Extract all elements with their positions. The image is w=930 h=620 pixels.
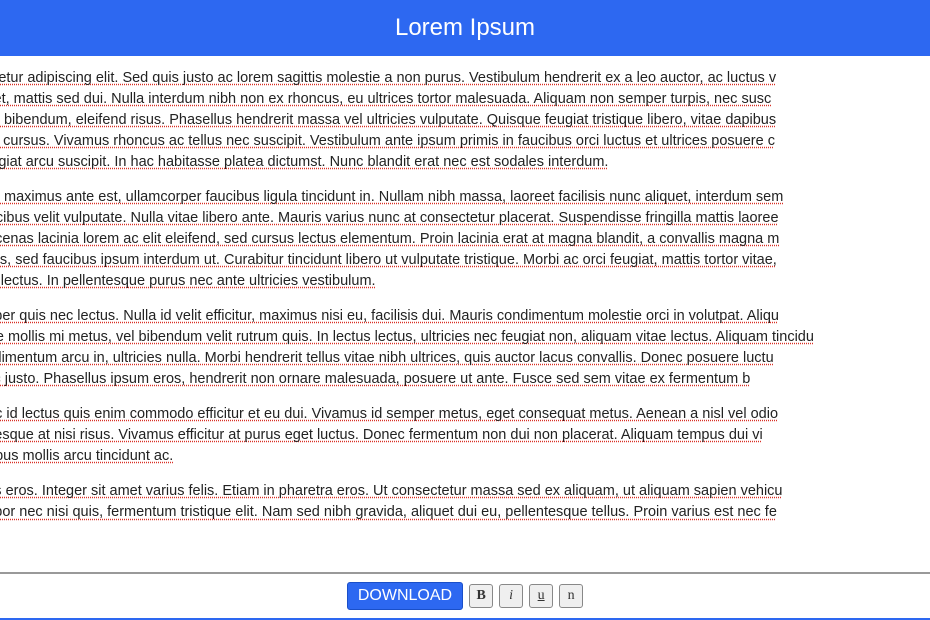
bold-button[interactable]: B: [469, 584, 493, 608]
paragraph: a. Pellentesque maximus ante est, ullamc…: [0, 187, 930, 292]
download-button[interactable]: DOWNLOAD: [347, 582, 463, 610]
paragraph: t amet, consectetur adipiscing elit. Sed…: [0, 68, 930, 173]
bottom-toolbar: DOWNLOAD B i u n: [0, 573, 930, 620]
normal-button[interactable]: n: [559, 584, 583, 608]
paragraph: s rhoncus semper quis nec lectus. Nulla …: [0, 306, 930, 390]
document-body: t amet, consectetur adipiscing elit. Sed…: [0, 56, 930, 573]
page-header: Lorem Ipsum: [0, 0, 930, 56]
paragraph: n neque. Donec id lectus quis enim commo…: [0, 404, 930, 467]
italic-button[interactable]: i: [499, 584, 523, 608]
paragraph: acus, ut facilisis eros. Integer sit ame…: [0, 481, 930, 523]
underline-button[interactable]: u: [529, 584, 553, 608]
page-title: Lorem Ipsum: [395, 14, 535, 41]
